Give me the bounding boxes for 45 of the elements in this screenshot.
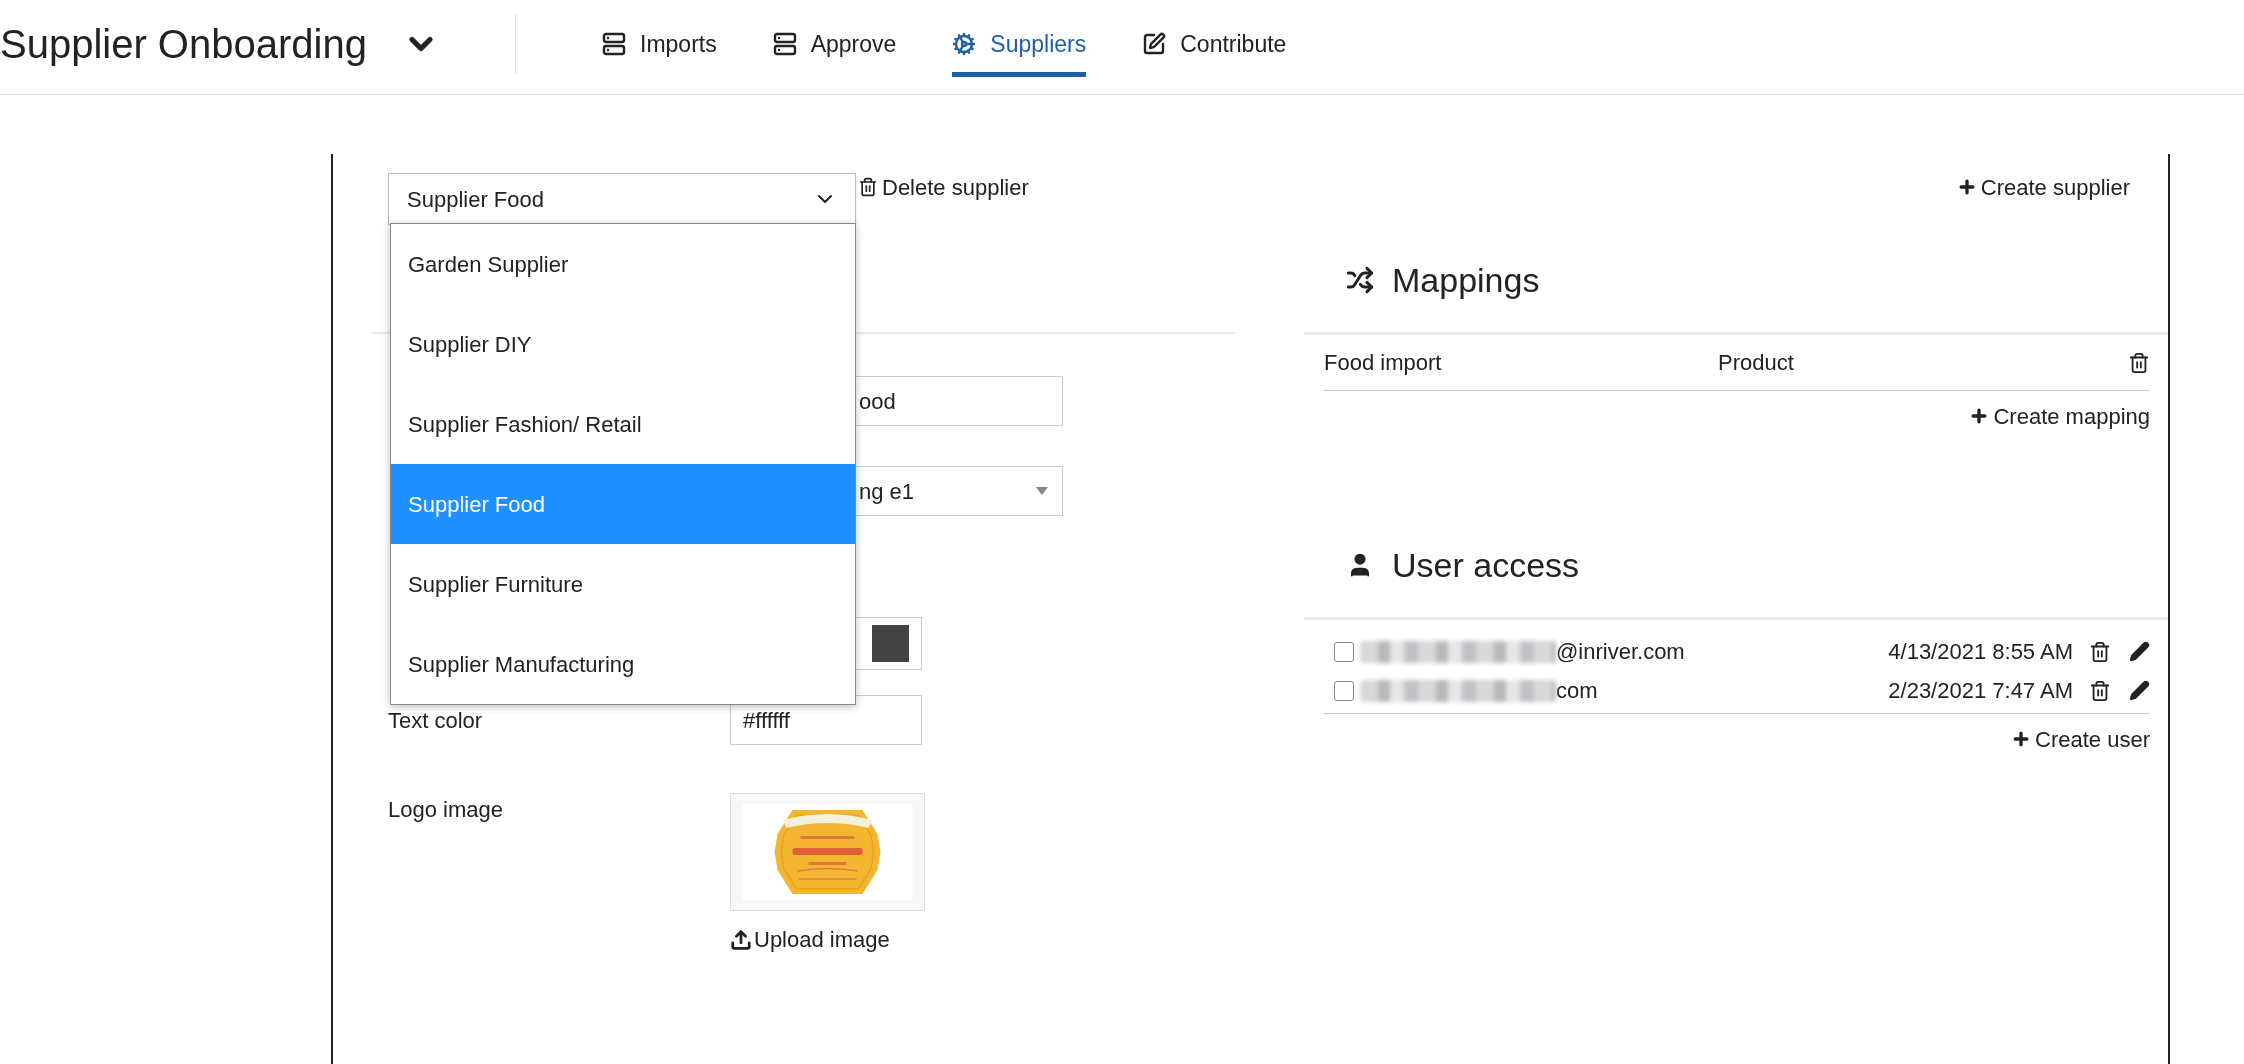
nav-tab[interactable]: Suppliers [952,0,1087,77]
delete-button[interactable] [2089,640,2111,663]
dropdown-option[interactable]: Garden Supplier [391,224,855,304]
upload-icon [730,928,752,951]
section-heading: Mappings [1392,259,1540,301]
server-icon [772,32,797,56]
checkbox[interactable] [1334,641,1354,662]
edit-button[interactable] [2129,680,2150,701]
edit-button[interactable] [2129,641,2150,662]
shuffle-icon [1346,266,1374,294]
user-email: com [1556,677,1598,705]
trash-icon [858,177,878,197]
nav-tab[interactable]: Imports [602,0,717,77]
field-label: Logo image [388,797,503,822]
server-icon [602,32,626,56]
trash-icon [2089,640,2111,663]
access-date: 2/23/2021 7:47 AM [1888,677,2073,705]
create-supplier-button[interactable]: Create supplier [1956,173,2130,201]
dropdown-option[interactable]: Supplier DIY [391,304,855,384]
create-mapping-button[interactable]: Create mapping [1969,401,2150,431]
access-date: 4/13/2021 8:55 AM [1888,638,2073,666]
delete-supplier-button[interactable]: Delete supplier [858,173,1029,201]
field-label: Text color [388,707,483,733]
dropdown-option[interactable]: Supplier Fashion/ Retail [391,384,855,464]
delete-button[interactable] [2128,351,2150,374]
pencil-icon [2129,641,2150,662]
trash-icon [2089,679,2111,702]
trash-icon [2128,351,2150,374]
dropdown-option[interactable]: Supplier Manufacturing [391,624,855,704]
user-email: @inriver.com [1556,638,1685,666]
nav-tab[interactable]: Contribute [1142,0,1287,77]
app-title: Supplier Onboarding [0,21,367,68]
edit-icon [1142,32,1167,56]
delete-button[interactable] [2089,679,2111,702]
dropdown-triangle-icon [1036,487,1048,495]
table-cell-text: Food import [1324,349,1443,377]
create-user-button[interactable]: Create user [2011,724,2150,754]
pencil-icon [2129,680,2150,701]
checkbox[interactable] [1334,680,1354,701]
nav-tab[interactable]: Approve [772,0,897,77]
section-heading: User access [1392,544,1580,586]
dropdown-option[interactable]: Supplier Furniture [391,544,855,624]
gear-icon [952,32,977,56]
upload-image-button[interactable]: Upload image [730,923,890,956]
table-cell-text: Product [1718,349,1794,377]
